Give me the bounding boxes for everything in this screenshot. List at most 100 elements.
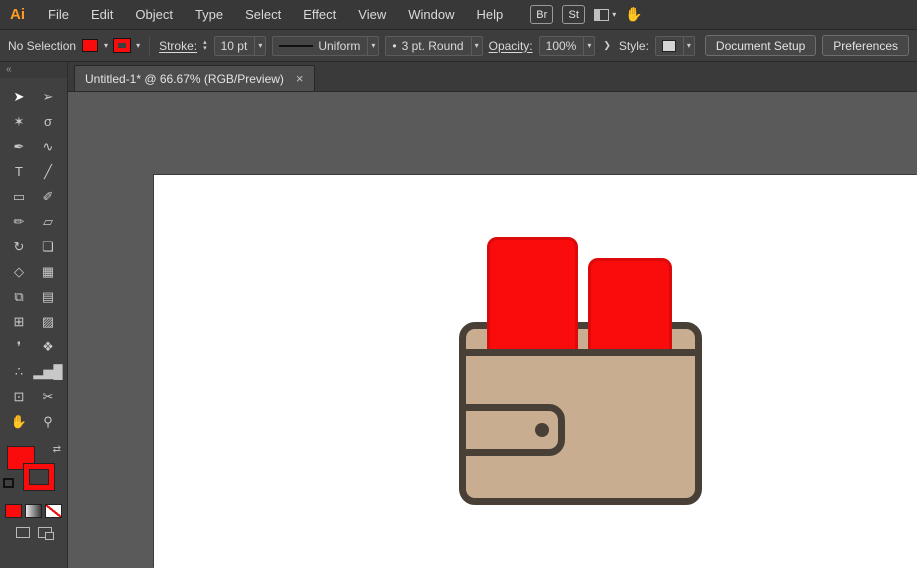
selection-tool-icon: ➤	[14, 89, 25, 105]
stroke-label[interactable]: Stroke:	[159, 39, 197, 53]
menu-object[interactable]: Object	[124, 0, 184, 29]
pen-tool[interactable]: ✒	[5, 134, 34, 159]
menu-edit[interactable]: Edit	[80, 0, 124, 29]
menu-file[interactable]: File	[37, 0, 80, 29]
eraser-tool[interactable]: ▱	[34, 209, 63, 234]
stroke-weight-field[interactable]: 10 pt ▾	[214, 36, 267, 56]
direct-selection-tool-icon: ➢	[43, 89, 54, 105]
fill-color-swatch[interactable]	[82, 39, 98, 52]
stroke-weight-stepper[interactable]: ▴ ▾	[203, 40, 207, 52]
red-card-left-shape[interactable]	[487, 237, 578, 356]
curvature-tool[interactable]: ∿	[34, 134, 63, 159]
lasso-tool[interactable]: σ	[34, 109, 63, 134]
menu-select[interactable]: Select	[234, 0, 292, 29]
tools-panel: « ➤ ➢ ✶σ ✒ ∿ T ╱ ▭ ✐ ✏▱↻❏◇▦⧉▤⊞ ▨ ❜ ❖∴▂▅█⊡ ✂ ✋⚲ ⇄	[0, 62, 68, 568]
red-card-right-shape[interactable]	[588, 258, 672, 356]
magic-wand-tool[interactable]: ✶	[5, 109, 34, 134]
gradient-tool[interactable]: ▨	[34, 309, 63, 334]
wallet-button-dot-shape[interactable]	[535, 423, 549, 437]
slice-tool[interactable]: ✂	[34, 384, 63, 409]
draw-normal-icon	[16, 527, 30, 538]
color-mode-button[interactable]	[5, 504, 22, 518]
eyedropper-tool[interactable]: ❜	[5, 334, 34, 359]
wallet-flap-line-shape[interactable]	[461, 349, 699, 356]
chevron-down-icon[interactable]: ▾	[367, 37, 378, 55]
workspace-icon	[594, 9, 609, 21]
zoom-tool[interactable]: ⚲	[34, 409, 63, 434]
draw-behind-button[interactable]	[38, 527, 52, 538]
stroke-chevron-down-icon[interactable]: ▾	[136, 41, 140, 50]
workspace-switcher[interactable]: ▾	[594, 9, 616, 21]
bridge-button[interactable]: Br	[530, 5, 553, 24]
eyedropper-tool-icon: ❜	[17, 339, 21, 355]
menu-help[interactable]: Help	[465, 0, 514, 29]
slice-tool-icon: ✂	[43, 389, 54, 405]
curvature-tool-icon: ∿	[43, 139, 54, 155]
scale-tool[interactable]: ❏	[34, 234, 63, 259]
opacity-field[interactable]: 100% ▾	[539, 36, 596, 56]
stock-button[interactable]: St	[562, 5, 585, 24]
line-segment-tool[interactable]: ╱	[34, 159, 63, 184]
shape-builder-tool[interactable]: ⧉	[5, 284, 34, 309]
style-select[interactable]: ▾	[655, 36, 695, 56]
paintbrush-tool-icon: ✐	[43, 189, 54, 205]
tools-grid: ➤ ➢ ✶σ ✒ ∿ T ╱ ▭ ✐ ✏▱↻❏◇▦⧉▤⊞ ▨ ❜ ❖∴▂▅█⊡ ✂ ✋⚲	[5, 84, 63, 434]
opacity-label[interactable]: Opacity:	[489, 39, 533, 53]
default-fill-stroke-icon[interactable]	[3, 478, 14, 488]
gradient-mode-button[interactable]	[25, 504, 42, 518]
direct-selection-tool[interactable]: ➢	[34, 84, 63, 109]
free-transform-tool[interactable]: ▦	[34, 259, 63, 284]
control-bar: No Selection ▾ ▾ Stroke: ▴ ▾ 10 pt ▾ Uni…	[0, 30, 917, 62]
hand-tool[interactable]: ✋	[5, 409, 34, 434]
draw-normal-button[interactable]	[16, 527, 30, 538]
stroke-swatch[interactable]	[24, 464, 54, 490]
toolbar-collapse-button[interactable]: «	[0, 62, 67, 78]
tab-close-icon[interactable]: ×	[296, 71, 304, 86]
chevron-down-icon[interactable]: ▾	[471, 37, 482, 55]
selection-tool[interactable]: ➤	[5, 84, 34, 109]
swap-fill-stroke-icon[interactable]: ⇄	[53, 444, 61, 455]
gradient-tool-icon: ▨	[42, 314, 54, 330]
menu-type[interactable]: Type	[184, 0, 234, 29]
stroke-color-swatch[interactable]	[114, 39, 130, 52]
stroke-weight-value: 10 pt	[221, 39, 248, 53]
brush-select[interactable]: • 3 pt. Round ▾	[385, 36, 482, 56]
wallet-clasp-shape[interactable]	[459, 404, 565, 456]
document-setup-button[interactable]: Document Setup	[705, 35, 816, 56]
artboard-tool[interactable]: ⊡	[5, 384, 34, 409]
chevron-down-icon[interactable]: ▾	[683, 37, 694, 55]
menu-effect[interactable]: Effect	[292, 0, 347, 29]
column-graph-tool[interactable]: ▂▅█	[34, 359, 63, 384]
type-tool-icon: T	[15, 164, 23, 179]
menu-window[interactable]: Window	[397, 0, 465, 29]
rectangle-tool[interactable]: ▭	[5, 184, 34, 209]
type-tool[interactable]: T	[5, 159, 34, 184]
fill-chevron-down-icon[interactable]: ▾	[104, 41, 108, 50]
document-area: Untitled-1* @ 66.67% (RGB/Preview) ×	[68, 62, 917, 568]
touch-workspace-icon[interactable]: ✋	[625, 6, 642, 23]
stepper-down-icon[interactable]: ▾	[203, 46, 207, 52]
pen-tool-icon: ✒	[14, 139, 25, 155]
width-tool[interactable]: ◇	[5, 259, 34, 284]
app-logo[interactable]: Ai	[0, 6, 37, 23]
width-profile-select[interactable]: Uniform ▾	[272, 36, 379, 56]
symbol-sprayer-tool[interactable]: ∴	[5, 359, 34, 384]
shaper-tool[interactable]: ✏	[5, 209, 34, 234]
rotate-tool[interactable]: ↻	[5, 234, 34, 259]
document-tab[interactable]: Untitled-1* @ 66.67% (RGB/Preview) ×	[74, 65, 315, 91]
opacity-value: 100%	[546, 39, 577, 53]
opacity-panel-chevron-icon[interactable]: ❯	[601, 40, 613, 51]
chevron-down-icon[interactable]: ▾	[583, 37, 594, 55]
canvas[interactable]	[68, 92, 917, 568]
blend-tool[interactable]: ❖	[34, 334, 63, 359]
preferences-button[interactable]: Preferences	[822, 35, 909, 56]
perspective-grid-tool[interactable]: ▤	[34, 284, 63, 309]
none-mode-button[interactable]	[45, 504, 62, 518]
mesh-tool[interactable]: ⊞	[5, 309, 34, 334]
separator	[149, 36, 150, 56]
line-segment-tool-icon: ╱	[44, 164, 52, 180]
paintbrush-tool[interactable]: ✐	[34, 184, 63, 209]
chevron-down-icon[interactable]: ▾	[254, 37, 265, 55]
draw-behind-icon	[38, 527, 52, 538]
menu-view[interactable]: View	[347, 0, 397, 29]
